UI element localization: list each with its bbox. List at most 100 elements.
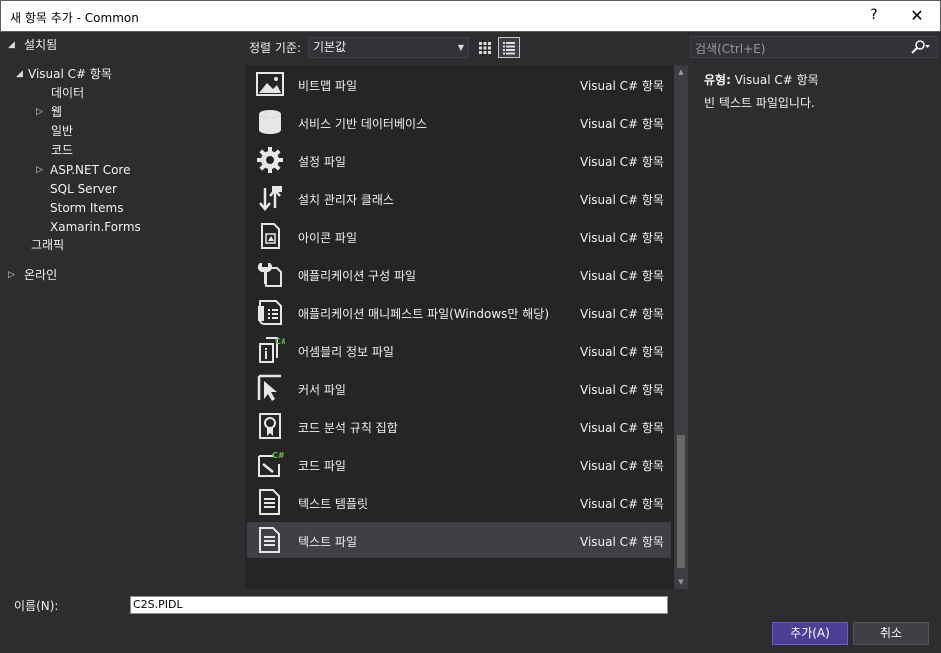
item-name: 코드 파일 xyxy=(298,459,346,473)
detail-type-label: 유형: xyxy=(704,73,731,87)
item-kind: Visual C# 항목 xyxy=(580,459,664,473)
manifest-icon xyxy=(258,300,282,325)
detail-type: 유형: Visual C# 항목 xyxy=(704,71,819,88)
tree-item-code[interactable]: 코드 xyxy=(51,141,73,160)
svg-text:C#: C# xyxy=(275,337,285,346)
item-name: 애플리케이션 구성 파일 xyxy=(298,269,417,283)
text-file-icon xyxy=(259,527,280,553)
tree-item-label: ASP.NET Core xyxy=(50,163,131,177)
item-name: 서비스 기반 데이터베이스 xyxy=(298,117,428,131)
svg-text:C#: C# xyxy=(272,451,285,460)
detail-type-value: Visual C# 항목 xyxy=(734,73,819,87)
tree-item-label: 그래픽 xyxy=(31,238,65,252)
search-input[interactable]: 검색(Ctrl+E) xyxy=(690,36,938,58)
list-item[interactable]: 설정 파일 Visual C# 항목 xyxy=(247,142,671,178)
chevron-down-icon: ▼ xyxy=(457,43,464,52)
scroll-down-icon[interactable]: ▼ xyxy=(674,575,688,589)
expanded-arrow-icon[interactable]: ◢ xyxy=(8,36,15,55)
close-button[interactable]: ✕ xyxy=(907,6,927,25)
settings-gear-icon xyxy=(257,147,283,173)
item-name: 비트맵 파일 xyxy=(298,79,358,93)
list-item-selected[interactable]: 텍스트 파일 Visual C# 항목 xyxy=(247,522,671,558)
tree-item-label: Xamarin.Forms xyxy=(50,220,141,234)
scroll-thumb[interactable] xyxy=(677,435,685,568)
search-icon[interactable] xyxy=(909,39,931,58)
item-kind: Visual C# 항목 xyxy=(580,193,664,207)
list-item[interactable]: 아이콘 파일 Visual C# 항목 xyxy=(247,218,671,254)
category-tree: ◢ 설치됨 ◢ Visual C# 항목 데이터 ▷ 웹 일반 코드 ▷ ASP… xyxy=(0,33,243,589)
list-view-button[interactable] xyxy=(498,37,520,58)
expanded-arrow-icon[interactable]: ◢ xyxy=(16,65,23,84)
item-kind: Visual C# 항목 xyxy=(580,345,664,359)
assembly-info-icon: C# xyxy=(259,337,285,363)
sort-label: 정렬 기준: xyxy=(249,41,302,55)
tree-item-label: 온라인 xyxy=(24,268,58,282)
list-item[interactable]: 설치 관리자 클래스 Visual C# 항목 xyxy=(247,180,671,216)
item-name: 코드 분석 규칙 집합 xyxy=(298,421,398,435)
tree-item-label: 코드 xyxy=(51,143,74,157)
item-kind: Visual C# 항목 xyxy=(580,117,664,131)
list-item[interactable]: 애플리케이션 매니페스트 파일(Windows만 해당) Visual C# 항… xyxy=(247,294,671,330)
item-name: 설정 파일 xyxy=(298,155,346,169)
cancel-button[interactable]: 취소 xyxy=(853,622,929,645)
tree-item-label: 데이터 xyxy=(51,86,85,100)
sort-dropdown[interactable]: 기본값 ▼ xyxy=(308,37,469,58)
sort-value: 기본값 xyxy=(313,40,347,54)
item-name: 설치 관리자 클래스 xyxy=(298,193,394,207)
item-kind: Visual C# 항목 xyxy=(580,535,664,549)
window-title: 새 항목 추가 - Common xyxy=(10,11,139,25)
collapsed-arrow-icon[interactable]: ▷ xyxy=(36,161,43,180)
database-icon xyxy=(259,110,281,134)
detail-description: 빈 텍스트 파일입니다. xyxy=(704,96,815,110)
tree-item-label: SQL Server xyxy=(50,182,117,196)
name-label: 이름(N): xyxy=(14,599,59,613)
cursor-icon xyxy=(257,374,281,401)
list-item[interactable]: C# 코드 파일 Visual C# 항목 xyxy=(247,446,671,482)
list-view-icon xyxy=(503,41,515,54)
list-item[interactable]: 애플리케이션 구성 파일 Visual C# 항목 xyxy=(247,256,671,292)
item-name: 어셈블리 정보 파일 xyxy=(298,345,394,359)
list-item[interactable]: C# 어셈블리 정보 파일 Visual C# 항목 xyxy=(247,332,671,368)
installer-icon xyxy=(259,186,282,211)
name-field[interactable]: C2S.PIDL xyxy=(130,596,668,614)
item-kind: Visual C# 항목 xyxy=(580,79,664,93)
item-kind: Visual C# 항목 xyxy=(580,421,664,435)
item-name: 애플리케이션 매니페스트 파일(Windows만 해당) xyxy=(298,307,550,321)
tree-item-label: Visual C# 항목 xyxy=(28,67,112,81)
tree-item-general[interactable]: 일반 xyxy=(51,122,73,141)
tree-item-xamarin-forms[interactable]: Xamarin.Forms xyxy=(50,218,141,237)
help-button[interactable]: ? xyxy=(867,7,881,23)
title-bar: 새 항목 추가 - Common ? ✕ xyxy=(0,0,941,32)
tree-item-storm-items[interactable]: Storm Items xyxy=(50,199,123,218)
grid-view-icon xyxy=(479,41,491,54)
tree-item-label: 일반 xyxy=(51,124,74,138)
item-name: 텍스트 템플릿 xyxy=(298,497,369,511)
tree-item-sql-server[interactable]: SQL Server xyxy=(50,180,117,199)
icon-file-icon xyxy=(261,223,280,249)
list-scrollbar[interactable]: ▲ ▼ xyxy=(674,65,688,589)
add-button[interactable]: 추가(A) xyxy=(772,622,848,645)
config-wrench-icon xyxy=(257,263,282,287)
item-kind: Visual C# 항목 xyxy=(580,307,664,321)
item-kind: Visual C# 항목 xyxy=(580,383,664,397)
list-item[interactable]: 텍스트 템플릿 Visual C# 항목 xyxy=(247,484,671,520)
list-item[interactable]: 코드 분석 규칙 집합 Visual C# 항목 xyxy=(247,408,671,444)
tree-item-label: Storm Items xyxy=(50,201,124,215)
tree-item-data[interactable]: 데이터 xyxy=(51,84,84,103)
list-item[interactable]: 비트맵 파일 Visual C# 항목 xyxy=(247,66,671,102)
bitmap-icon xyxy=(256,72,284,96)
tree-item-graphics[interactable]: 그래픽 xyxy=(31,236,64,255)
text-template-icon xyxy=(259,489,280,515)
search-placeholder: 검색(Ctrl+E) xyxy=(695,42,766,56)
ruleset-icon xyxy=(259,413,281,439)
item-name: 아이콘 파일 xyxy=(298,231,358,245)
collapsed-arrow-icon[interactable]: ▷ xyxy=(36,103,43,122)
collapsed-arrow-icon[interactable]: ▷ xyxy=(8,266,15,285)
tree-item-label: 웹 xyxy=(51,105,63,119)
scroll-up-icon[interactable]: ▲ xyxy=(674,65,688,79)
item-name: 텍스트 파일 xyxy=(298,535,358,549)
list-item[interactable]: 서비스 기반 데이터베이스 Visual C# 항목 xyxy=(247,104,671,140)
list-item[interactable]: 커서 파일 Visual C# 항목 xyxy=(247,370,671,406)
grid-view-button[interactable] xyxy=(474,37,496,58)
item-name: 커서 파일 xyxy=(298,383,346,397)
